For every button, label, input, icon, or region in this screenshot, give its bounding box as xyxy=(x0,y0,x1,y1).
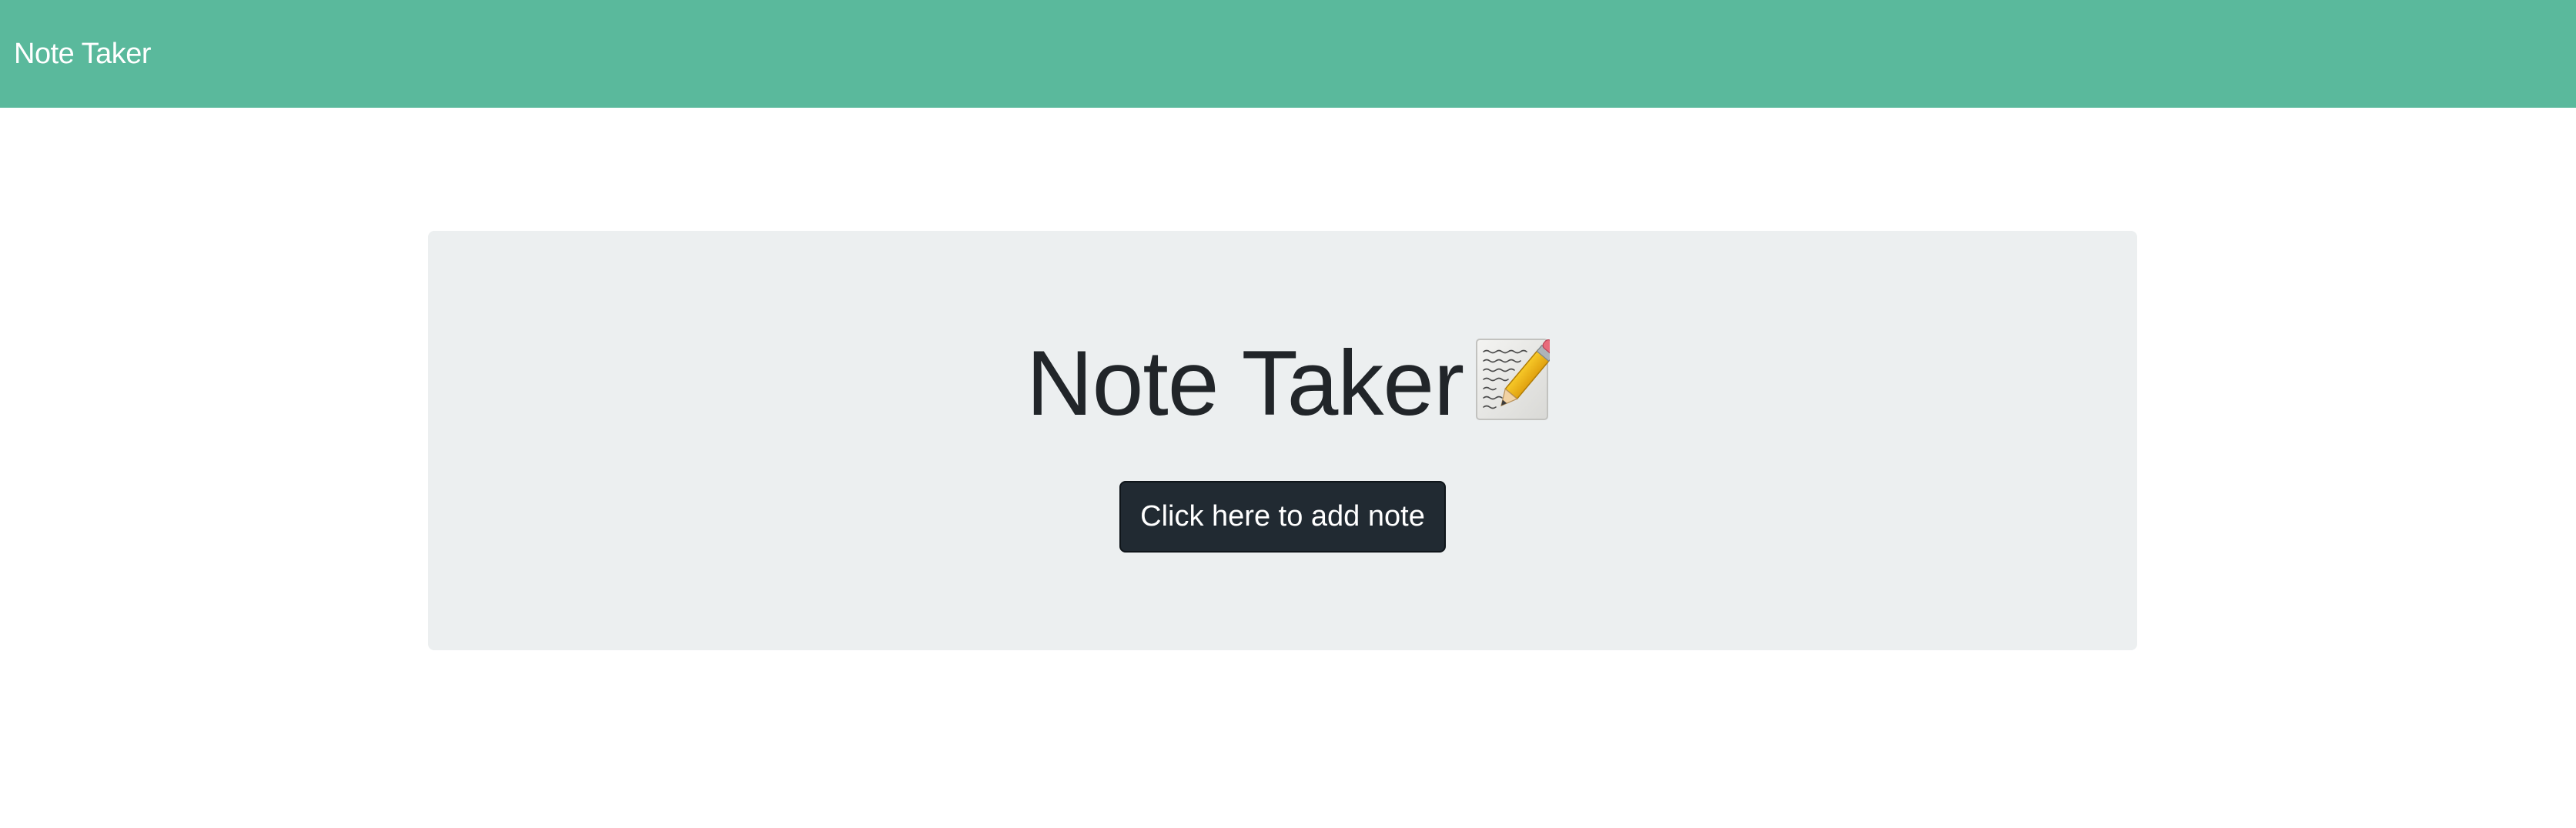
top-navbar: Note Taker xyxy=(0,0,2576,108)
page-title: Note Taker xyxy=(0,329,2576,437)
page-title-text: Note Taker xyxy=(1025,332,1464,435)
memo-icon xyxy=(1474,336,1559,420)
jumbotron xyxy=(428,231,2137,650)
navbar-brand-link[interactable]: Note Taker xyxy=(14,38,152,71)
add-note-button[interactable]: Click here to add note xyxy=(1119,481,1446,553)
